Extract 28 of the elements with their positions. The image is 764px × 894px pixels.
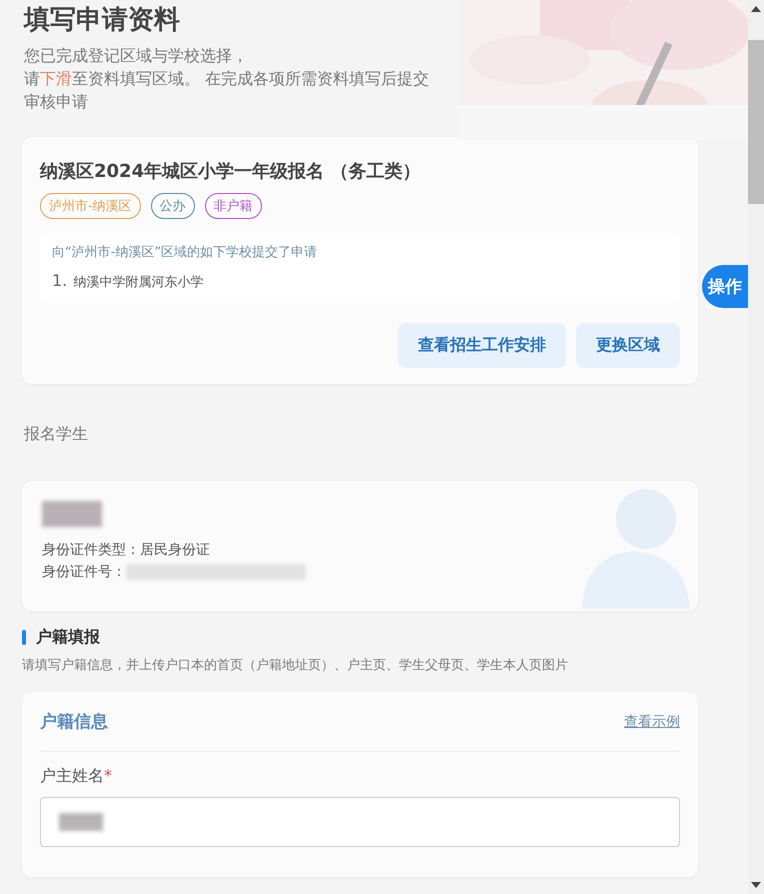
section-hint: 请填写户籍信息，并上传户口本的首页（户籍地址页）、户主页、学生父母页、学生本人页图片 <box>22 657 569 674</box>
scrollbar-thumb[interactable] <box>748 40 764 204</box>
action-button[interactable]: 查看招生工作安排 <box>398 323 566 368</box>
field-label: 身份证件类型： <box>42 541 140 559</box>
card-title: 户籍信息 <box>40 711 108 733</box>
example-link[interactable]: 查看示例 <box>624 712 680 730</box>
field-label: 身份证件号： <box>42 563 126 581</box>
list-number: 1. <box>52 271 68 290</box>
region-tag: 泸州市-纳溪区 <box>40 193 141 219</box>
instruction-text: 审核申请 <box>24 91 89 113</box>
operate-button[interactable]: 操作 <box>702 265 748 308</box>
region-tag: 非户籍 <box>204 193 262 219</box>
section-title: 户籍填报 <box>36 627 100 648</box>
action-button[interactable]: 更换区域 <box>576 323 680 368</box>
notice-text: 向“泸州市-纳溪区”区域的如下学校提交了申请 <box>52 244 318 261</box>
field-value: 居民身份证 <box>140 541 210 559</box>
instruction-text: 请下滑至资料填写区域。 在完成各项所需资料填写后提交 <box>24 68 430 90</box>
application-title: 纳溪区2024年城区小学一年级报名 （务工类） <box>40 160 422 183</box>
scroll-up-icon[interactable] <box>751 6 761 12</box>
page-title: 填写申请资料 <box>24 4 181 37</box>
input-field[interactable] <box>40 797 680 847</box>
required-mark: * <box>104 766 112 785</box>
instruction-text: 您已完成登记区域与学校选择， <box>24 45 249 67</box>
section-label: 报名学生 <box>24 424 89 445</box>
field-label: 户主姓名* <box>40 766 113 787</box>
scroll-down-icon[interactable] <box>751 882 761 888</box>
school-name: 纳溪中学附属河东小学 <box>73 274 204 291</box>
region-tag: 公办 <box>150 193 195 219</box>
